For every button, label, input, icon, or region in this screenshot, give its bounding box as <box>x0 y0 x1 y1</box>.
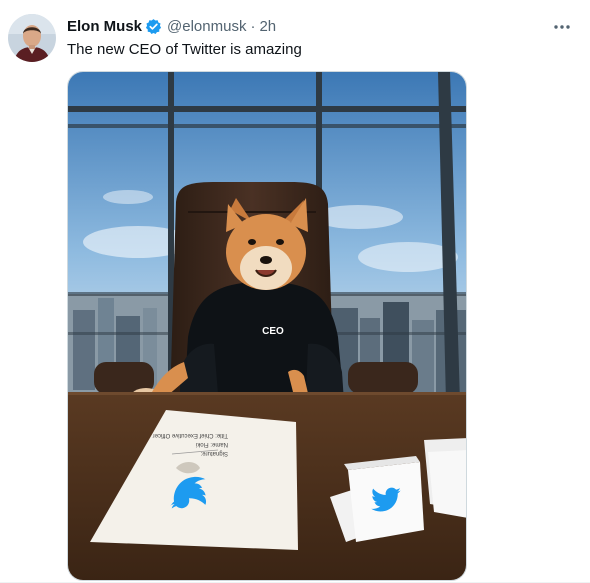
separator-dot: · <box>250 17 256 35</box>
sweater-text: CEO <box>262 326 284 337</box>
author-handle[interactable]: @elonmusk <box>167 18 246 35</box>
verified-badge-icon <box>145 18 162 35</box>
document-line: Title: Chief Executive Officer <box>153 432 228 438</box>
tweet-photo[interactable]: CEO Signature: Name: Floki Title: Chief … <box>67 71 467 581</box>
tweet-header: Elon Musk @elonmusk · 2h <box>67 14 276 38</box>
tweet-text: The new CEO of Twitter is amazing <box>67 41 302 58</box>
document-line: Name: Floki <box>196 441 228 447</box>
more-dots-icon[interactable] <box>552 17 572 37</box>
tweet-timestamp[interactable]: 2h <box>259 18 276 35</box>
author-name[interactable]: Elon Musk <box>67 18 142 35</box>
avatar[interactable] <box>8 14 56 62</box>
tweet-card[interactable]: Elon Musk @elonmusk · 2h The new CEO of … <box>0 0 590 583</box>
